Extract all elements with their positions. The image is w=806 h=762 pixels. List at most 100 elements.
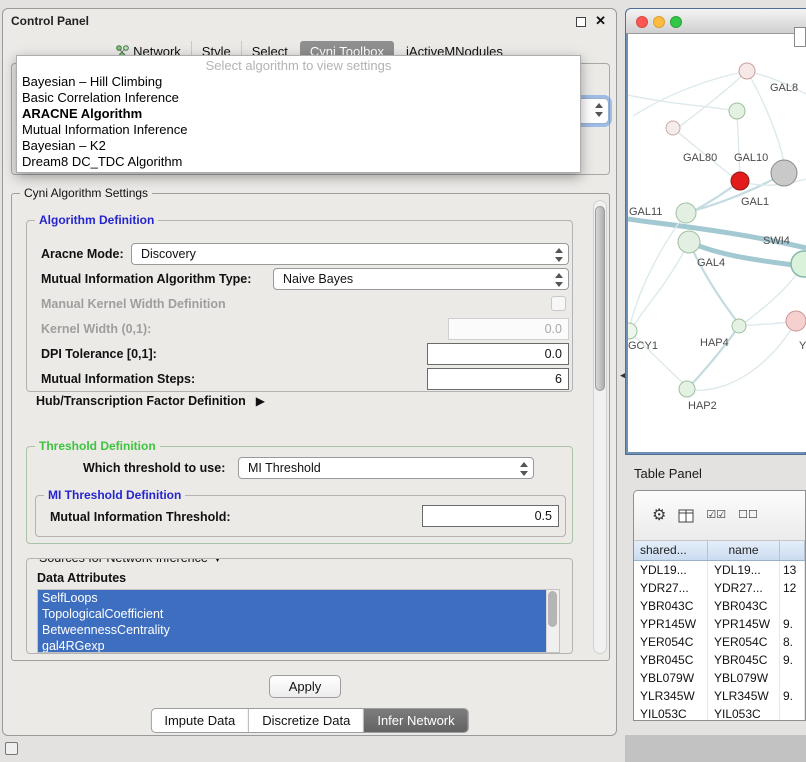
mi-threshold-field[interactable] xyxy=(422,505,559,527)
dropdown-item[interactable]: Dream8 DC_TDC Algorithm xyxy=(17,154,580,170)
cell: YLR345W xyxy=(634,687,708,705)
cell: YLR345W xyxy=(708,687,780,705)
node[interactable] xyxy=(732,319,746,333)
cell: YBL079W xyxy=(708,669,780,687)
cell: YDR27... xyxy=(708,579,780,597)
tab-discretize-data[interactable]: Discretize Data xyxy=(248,709,363,732)
attribute-item-selected[interactable]: TopologicalCoefficient xyxy=(38,606,546,622)
column-header-name[interactable]: name xyxy=(708,541,780,560)
node-gal11[interactable] xyxy=(676,203,696,223)
aracne-mode-combobox[interactable]: Discovery xyxy=(131,243,569,265)
apply-button[interactable]: Apply xyxy=(269,675,341,698)
cell: 8. xyxy=(780,633,805,651)
node[interactable] xyxy=(739,63,755,79)
cell xyxy=(780,597,805,615)
node-label: GAL10 xyxy=(734,152,768,164)
dpi-tolerance-label: DPI Tolerance [0,1]: xyxy=(41,343,157,365)
table-row[interactable]: YBL079W YBL079W xyxy=(634,669,805,687)
gear-icon[interactable]: ⚙ xyxy=(652,508,666,524)
mi-steps-label: Mutual Information Steps: xyxy=(41,368,195,390)
network-window-titlebar[interactable] xyxy=(626,9,806,34)
attributes-scrollbar[interactable] xyxy=(546,590,559,652)
cell: YIL053C xyxy=(708,705,780,720)
node-label: HAP4 xyxy=(700,337,729,349)
cyni-algorithm-settings-group: Cyni Algorithm Settings Algorithm Defini… xyxy=(11,193,610,661)
close-traffic-light[interactable] xyxy=(636,16,648,28)
column-header-partial[interactable] xyxy=(780,541,805,560)
zoom-traffic-light[interactable] xyxy=(670,16,682,28)
network-canvas[interactable]: GAL8 GAL80 GAL10 GAL11 GAL1 SWI4 GAL4 GC… xyxy=(628,34,806,452)
combo-value: Naive Bayes xyxy=(283,272,353,286)
table-row[interactable]: YBR043C YBR043C xyxy=(634,597,805,615)
mi-threshold-title: MI Threshold Definition xyxy=(44,488,185,502)
node[interactable] xyxy=(666,121,680,135)
close-icon[interactable]: ✕ xyxy=(595,13,606,29)
algorithm-combobox-end[interactable] xyxy=(577,98,609,124)
panel-restore-icon[interactable] xyxy=(5,742,18,755)
node-label: HAP2 xyxy=(688,400,717,412)
dropdown-item-aracne[interactable]: ARACNE Algorithm xyxy=(17,106,580,122)
combo-arrows-icon xyxy=(554,273,563,287)
float-window-icon[interactable] xyxy=(576,17,586,27)
cell: YDL19... xyxy=(634,561,708,579)
dropdown-item[interactable]: Mutual Information Inference xyxy=(17,122,580,138)
desktop-area xyxy=(625,735,806,762)
manual-kernel-checkbox[interactable] xyxy=(551,296,566,311)
cell: 12 xyxy=(780,579,805,597)
cell: YPR145W xyxy=(634,615,708,633)
which-threshold-combobox[interactable]: MI Threshold xyxy=(238,457,534,479)
attribute-item-selected[interactable]: SelfLoops xyxy=(38,590,546,606)
table-row[interactable]: YDL19... YDL19... 13 xyxy=(634,561,805,579)
dropdown-item[interactable]: Basic Correlation Inference xyxy=(17,90,580,106)
columns-icon[interactable] xyxy=(678,509,694,523)
control-panel-titlebar: Control Panel ✕ xyxy=(3,9,616,33)
minimize-traffic-light[interactable] xyxy=(653,16,665,28)
hub-definition-toggle[interactable]: Hub/Transcription Factor Definition▶ xyxy=(36,394,265,408)
sources-title-toggle[interactable]: Sources for Network Inference ▼ xyxy=(35,558,228,565)
node-label: GAL80 xyxy=(683,152,717,164)
mi-steps-field[interactable] xyxy=(427,368,569,390)
network-view-window: GAL8 GAL80 GAL10 GAL11 GAL1 SWI4 GAL4 GC… xyxy=(625,8,806,455)
table-row[interactable]: YDR27... YDR27... 12 xyxy=(634,579,805,597)
attribute-item-selected[interactable]: BetweennessCentrality xyxy=(38,622,546,638)
table-row[interactable]: YBR045C YBR045C 9. xyxy=(634,651,805,669)
node-gal4[interactable] xyxy=(678,231,700,253)
cell: YDR27... xyxy=(634,579,708,597)
settings-scrollbar[interactable] xyxy=(593,200,607,654)
tab-impute-data[interactable]: Impute Data xyxy=(151,709,248,732)
network-corner-widget[interactable] xyxy=(794,27,806,47)
cell: YBR043C xyxy=(634,597,708,615)
settings-group-title: Cyni Algorithm Settings xyxy=(20,186,152,200)
table-row[interactable]: YER054C YER054C 8. xyxy=(634,633,805,651)
node-label: GCY1 xyxy=(628,340,658,352)
mi-threshold-label: Mutual Information Threshold: xyxy=(50,506,231,528)
dpi-tolerance-field[interactable] xyxy=(427,343,569,365)
sources-group: Sources for Network Inference ▼ Data Att… xyxy=(26,558,573,654)
cell: YBR045C xyxy=(708,651,780,669)
table-row[interactable]: YLR345W YLR345W 9. xyxy=(634,687,805,705)
network-graph: GAL8 GAL80 GAL10 GAL11 GAL1 SWI4 GAL4 GC… xyxy=(628,34,806,452)
node-gal10-gray[interactable] xyxy=(771,160,797,186)
collapse-down-icon: ▼ xyxy=(211,558,223,565)
dropdown-item[interactable]: Bayesian – K2 xyxy=(17,138,580,154)
node[interactable] xyxy=(729,103,745,119)
attributes-scrollbar-thumb[interactable] xyxy=(548,591,557,627)
dropdown-placeholder: Select algorithm to view settings xyxy=(17,58,580,74)
node-hap2[interactable] xyxy=(679,381,695,397)
node-red-selected[interactable] xyxy=(731,172,749,190)
select-all-checkboxes-icon[interactable]: ☑☑ xyxy=(706,510,726,521)
column-header-shared-name[interactable]: shared... xyxy=(634,541,708,560)
tab-infer-network[interactable]: Infer Network xyxy=(363,709,467,732)
dropdown-item[interactable]: Bayesian – Hill Climbing xyxy=(17,74,580,90)
settings-scrollbar-thumb[interactable] xyxy=(595,206,605,391)
attribute-item-selected[interactable]: gal4RGexp xyxy=(38,638,546,653)
mi-type-combobox[interactable]: Naive Bayes xyxy=(273,268,569,290)
node-label: Y xyxy=(799,340,806,352)
table-row[interactable]: YIL053C YIL053C xyxy=(634,705,805,720)
clear-all-checkboxes-icon[interactable]: ☐☐ xyxy=(738,510,758,521)
table-row[interactable]: YPR145W YPR145W 9. xyxy=(634,615,805,633)
node-hap4[interactable] xyxy=(786,311,806,331)
kernel-width-field[interactable] xyxy=(448,318,569,340)
cell: YDL19... xyxy=(708,561,780,579)
node[interactable] xyxy=(791,251,806,277)
